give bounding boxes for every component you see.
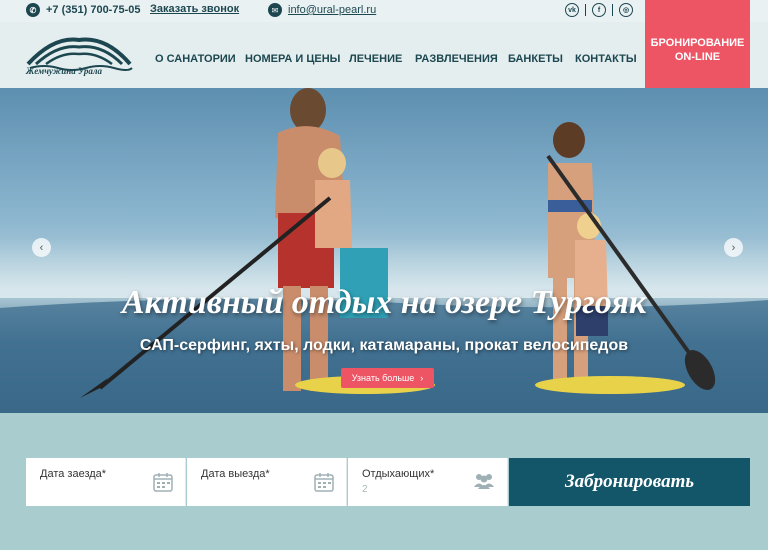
email-address: info@ural-pearl.ru — [288, 4, 377, 16]
email-link[interactable]: ✉ info@ural-pearl.ru — [268, 3, 376, 17]
chevron-left-icon: ‹ — [39, 241, 44, 254]
hero-image — [0, 88, 768, 413]
users-icon — [474, 474, 494, 489]
checkout-date-field[interactable]: Дата выезда* — [187, 458, 347, 506]
nav-item-about[interactable]: О САНАТОРИИ — [155, 53, 236, 65]
facebook-icon[interactable]: f — [592, 3, 606, 17]
social-links: vk f ◎ — [565, 3, 633, 17]
nav-item-entertainment[interactable]: РАЗВЛЕЧЕНИЯ — [415, 53, 498, 65]
book-submit-button[interactable]: Забронировать — [509, 458, 750, 506]
hero-slider: Активный отдых на озере Тургояк САП-серф… — [0, 88, 768, 413]
nav-item-contacts[interactable]: КОНТАКТЫ — [575, 53, 637, 65]
chevron-right-icon: › — [731, 241, 736, 254]
phone-icon: ✆ — [26, 3, 40, 17]
online-booking-button[interactable]: БРОНИРОВАНИЕ ON-LINE — [645, 0, 750, 88]
guests-field[interactable]: Отдыхающих* 2 — [348, 458, 508, 506]
guests-value: 2 — [362, 484, 368, 495]
phone-link[interactable]: ✆ +7 (351) 700-75-05 — [26, 3, 140, 17]
slider-next-button[interactable]: › — [724, 238, 743, 257]
hero-title: Активный отдых на озере Тургояк — [121, 284, 647, 321]
guests-label: Отдыхающих* — [362, 468, 435, 480]
callback-link[interactable]: Заказать звонок — [150, 3, 239, 15]
slider-prev-button[interactable]: ‹ — [32, 238, 51, 257]
learn-more-label: Узнать больше — [351, 373, 415, 383]
phone-number: +7 (351) 700-75-05 — [46, 4, 141, 16]
checkout-label: Дата выезда* — [201, 468, 270, 480]
checkin-date-field[interactable]: Дата заезда* — [26, 458, 186, 506]
vk-icon[interactable]: vk — [565, 3, 579, 17]
envelope-icon: ✉ — [268, 3, 282, 17]
calendar-icon — [314, 473, 334, 492]
instagram-icon[interactable]: ◎ — [619, 3, 633, 17]
divider — [585, 4, 586, 16]
nav-item-banquets[interactable]: БАНКЕТЫ — [508, 53, 563, 65]
calendar-icon — [153, 473, 173, 492]
divider — [612, 4, 613, 16]
nav-item-rooms[interactable]: НОМЕРА И ЦЕНЫ — [245, 53, 340, 65]
learn-more-button[interactable]: Узнать больше › — [341, 368, 434, 388]
checkin-label: Дата заезда* — [40, 468, 107, 480]
logo-text: Жемчужина Урала — [26, 66, 103, 76]
chevron-right-icon: › — [420, 373, 424, 383]
nav-item-treatment[interactable]: ЛЕЧЕНИЕ — [349, 53, 402, 65]
hero-subtitle: САП-серфинг, яхты, лодки, катамараны, пр… — [139, 337, 629, 354]
